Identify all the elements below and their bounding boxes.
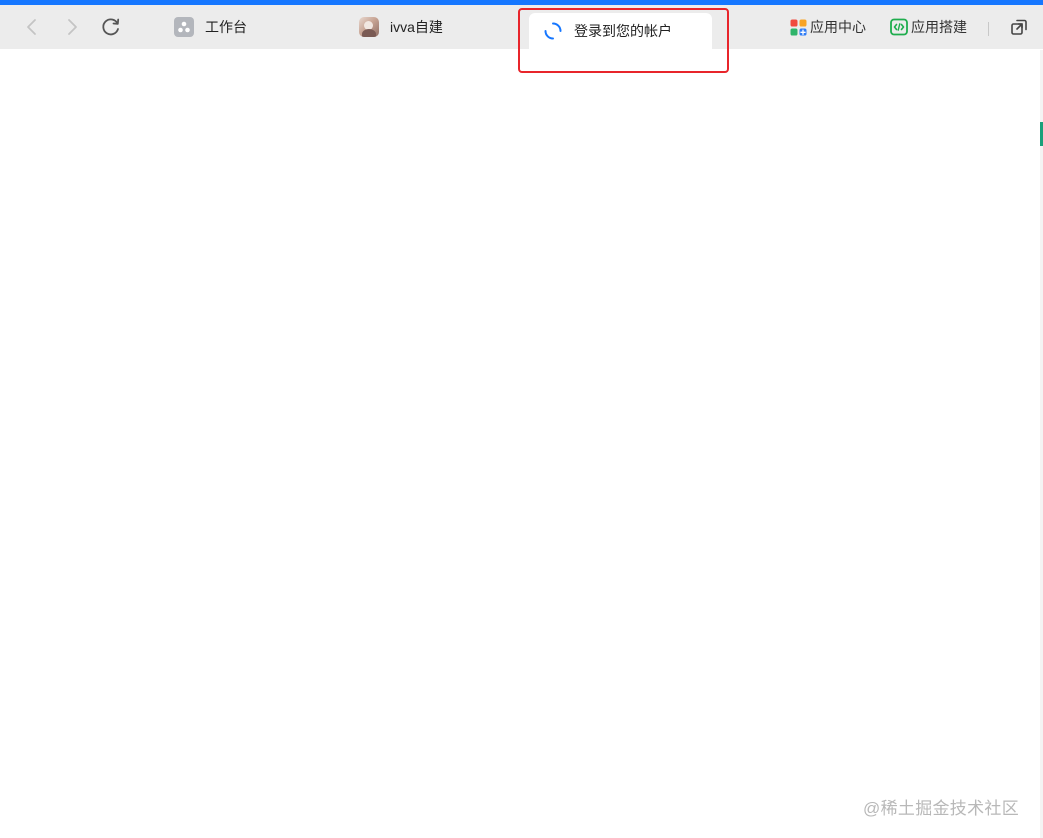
app-center-label: 应用中心 [810,19,866,35]
chevron-left-icon [27,19,36,35]
app-builder-label: 应用搭建 [911,19,967,35]
open-in-new-window-button[interactable] [1005,13,1033,41]
tab-ivva[interactable]: ivva自建 [359,5,443,49]
tab-workbench[interactable]: 工作台 [174,5,247,49]
app-center-button[interactable]: 应用中心 [789,5,866,49]
watermark-text: @稀土掘金技术社区 [863,799,1019,818]
open-in-new-window-icon [1011,19,1027,35]
tab-label: 工作台 [205,19,247,35]
app-grid-icon [789,18,807,36]
tab-label: ivva自建 [390,19,443,35]
workbench-icon [174,17,194,37]
refresh-icon [102,18,120,36]
refresh-button[interactable] [97,13,125,41]
avatar-icon [359,17,379,37]
page-content-area [0,49,1040,838]
chevron-right-icon [68,19,77,35]
back-button[interactable] [18,13,46,41]
code-icon [890,18,908,36]
forward-button[interactable] [58,13,86,41]
app-builder-button[interactable]: 应用搭建 [890,5,967,49]
toolbar-divider [988,22,989,36]
annotation-highlight-box [518,8,729,73]
